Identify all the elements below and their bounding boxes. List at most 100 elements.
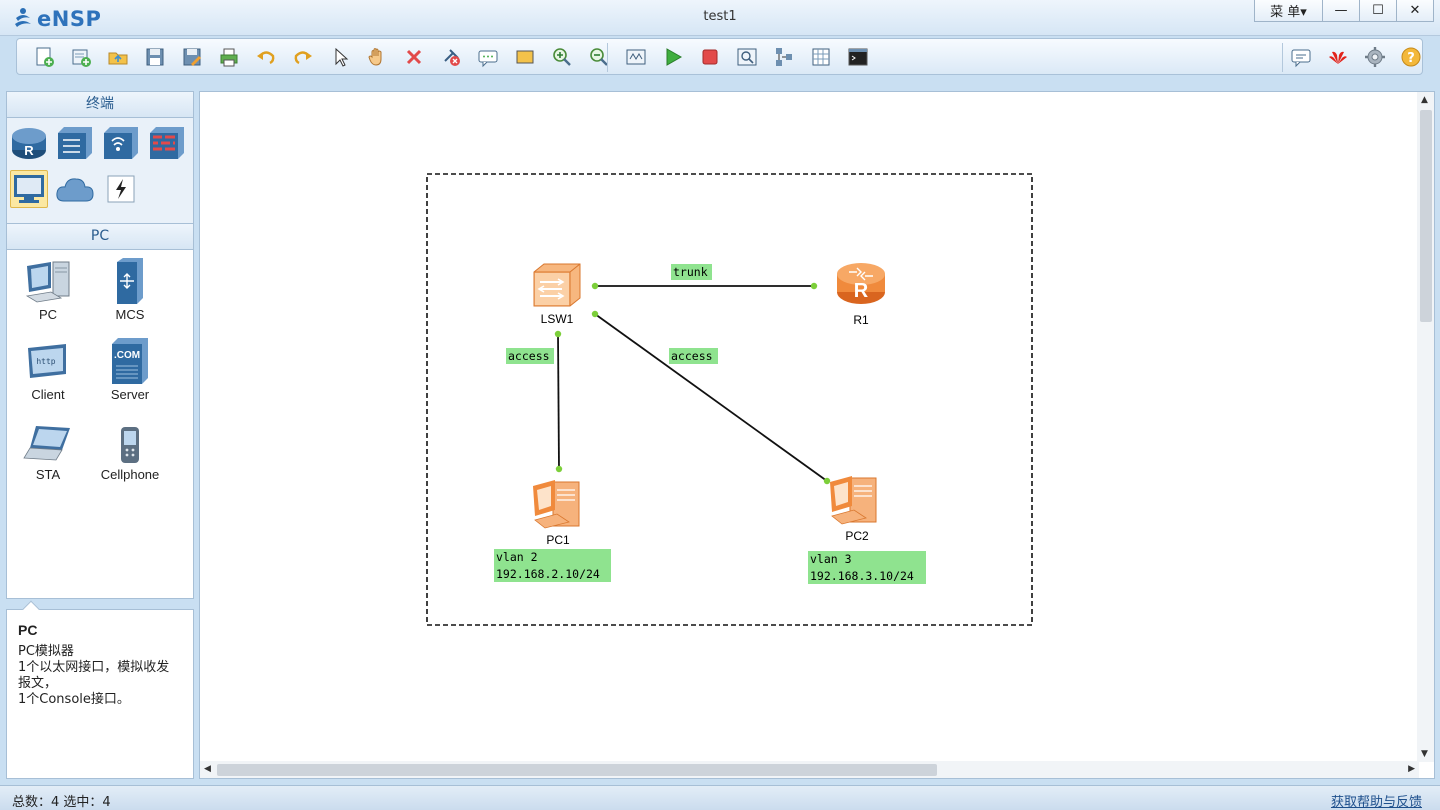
add-text-icon[interactable] [477,46,499,68]
zoom-in-icon[interactable] [551,46,573,68]
link-lsw1-pc1[interactable] [557,333,560,470]
device-item-cellphone[interactable]: Cellphone [90,414,170,482]
maximize-button[interactable]: ☐ [1359,0,1396,21]
print-icon[interactable] [218,46,240,68]
device-item-pc[interactable]: PC [8,254,88,322]
laptop-sta-icon [8,414,88,464]
http-client-icon: http [8,334,88,384]
vertical-scrollbar[interactable]: ▲ ▼ [1417,92,1434,762]
huawei-logo-icon[interactable] [1327,46,1349,68]
device-item-label: STA [35,467,61,482]
link-label-access-pc2: access [671,349,713,363]
device-item-label: Client [31,387,65,402]
link-lsw1-pc2[interactable] [594,313,828,482]
help-feedback-link[interactable]: 获取帮助与反馈 [1331,791,1422,810]
scroll-right-icon[interactable]: ▶ [1408,764,1415,774]
chat-icon[interactable] [1290,46,1312,68]
save-as-icon[interactable] [181,46,203,68]
cellphone-icon [90,414,170,464]
info-line: 1个以太网接口，模拟收发报文， [18,660,170,691]
port-dot [555,465,563,473]
delete-icon[interactable] [403,46,425,68]
window-controls: 菜 单▾ — ☐ ✕ [1254,0,1434,22]
firewall-category-icon[interactable] [148,124,186,162]
link-label-trunk: trunk [673,265,708,279]
info-title: PC [18,622,38,638]
scroll-up-icon[interactable]: ▲ [1421,95,1428,105]
category-grid: R [7,118,193,224]
scroll-left-icon[interactable]: ◀ [204,764,211,774]
scroll-down-icon[interactable]: ▼ [1421,749,1428,759]
horizontal-scrollbar[interactable]: ◀ ▶ [200,761,1419,778]
port-dot [810,282,818,290]
router-r1-icon[interactable]: R [837,263,885,304]
vertical-scroll-thumb[interactable] [1420,110,1432,322]
pc-pc2-icon[interactable] [830,476,877,525]
device-label-r1: R1 [853,313,869,327]
device-item-sta[interactable]: STA [8,414,88,482]
command-line-icon[interactable] [847,46,869,68]
stop-devices-icon[interactable] [699,46,721,68]
pc-pc1-icon[interactable] [533,480,580,529]
menu-button[interactable]: 菜 单▾ [1255,0,1322,21]
device-item-label: Cellphone [100,467,160,482]
device-item-server[interactable]: .COM Server [90,334,170,402]
router-category-icon[interactable]: R [10,124,48,162]
capture-data-icon[interactable] [736,46,758,68]
device-list-header: PC [7,224,193,250]
link-label-access-pc1: access [508,349,550,363]
toolbar-separator [1282,43,1283,72]
select-pointer-icon[interactable] [329,46,351,68]
start-devices-icon[interactable] [662,46,684,68]
redo-icon[interactable] [292,46,314,68]
device-label-pc1: PC1 [546,533,570,547]
svg-text:.COM: .COM [114,350,140,361]
switch-lsw1-icon[interactable] [533,263,581,307]
open-icon[interactable] [107,46,129,68]
svg-text:http: http [36,357,55,366]
svg-text:?: ? [1407,51,1415,66]
link-category-icon[interactable] [102,170,140,208]
topology-drawing: LSW1 R R1 PC1 PC2 trunk access access vl… [426,173,1033,626]
info-pointer [22,600,40,618]
topology-canvas[interactable]: LSW1 R R1 PC1 PC2 trunk access access vl… [199,91,1435,779]
device-item-label: PC [38,307,58,322]
add-shape-icon[interactable] [514,46,536,68]
save-icon[interactable] [144,46,166,68]
info-line: PC模拟器 [18,644,74,659]
new-topology-icon[interactable] [33,46,55,68]
help-icon[interactable]: ? [1400,46,1422,68]
router-r-glyph: R [854,280,869,302]
info-line: 1个Console接口。 [18,692,130,707]
switch-category-icon[interactable] [56,124,94,162]
pan-hand-icon[interactable] [366,46,388,68]
com-server-icon: .COM [90,334,170,384]
settings-gear-icon[interactable] [1364,46,1386,68]
device-item-mcs[interactable]: MCS [90,254,170,322]
delete-link-icon[interactable] [440,46,462,68]
device-label-lsw1: LSW1 [541,312,574,326]
pc-icon [8,254,88,304]
note-pc1-vlan: vlan 2 [496,550,538,564]
topology-layout-icon[interactable] [773,46,795,68]
info-description: PC模拟器 1个以太网接口，模拟收发报文， 1个Console接口。 [18,644,182,708]
undo-icon[interactable] [255,46,277,68]
device-item-label: Server [110,387,150,402]
horizontal-scroll-thumb[interactable] [217,764,937,776]
port-dot [823,477,831,485]
wireless-category-icon[interactable] [102,124,140,162]
close-button[interactable]: ✕ [1396,0,1433,21]
note-pc2-vlan: vlan 3 [810,552,852,566]
mcs-server-icon [90,254,170,304]
new-example-icon[interactable] [70,46,92,68]
toolbar-separator [607,43,608,72]
device-item-client[interactable]: http Client [8,334,88,402]
terminal-category-icon[interactable] [10,170,48,208]
minimize-button[interactable]: — [1322,0,1359,21]
cloud-category-icon[interactable] [56,170,94,208]
fit-view-icon[interactable] [625,46,647,68]
device-panel: 终端 R PC PC MCS http Client .COM Server STA Cell… [6,91,194,599]
show-grid-icon[interactable] [810,46,832,68]
title-bar: eNSP test1 菜 单▾ — ☐ ✕ [0,0,1440,36]
window-title: test1 [703,9,737,24]
